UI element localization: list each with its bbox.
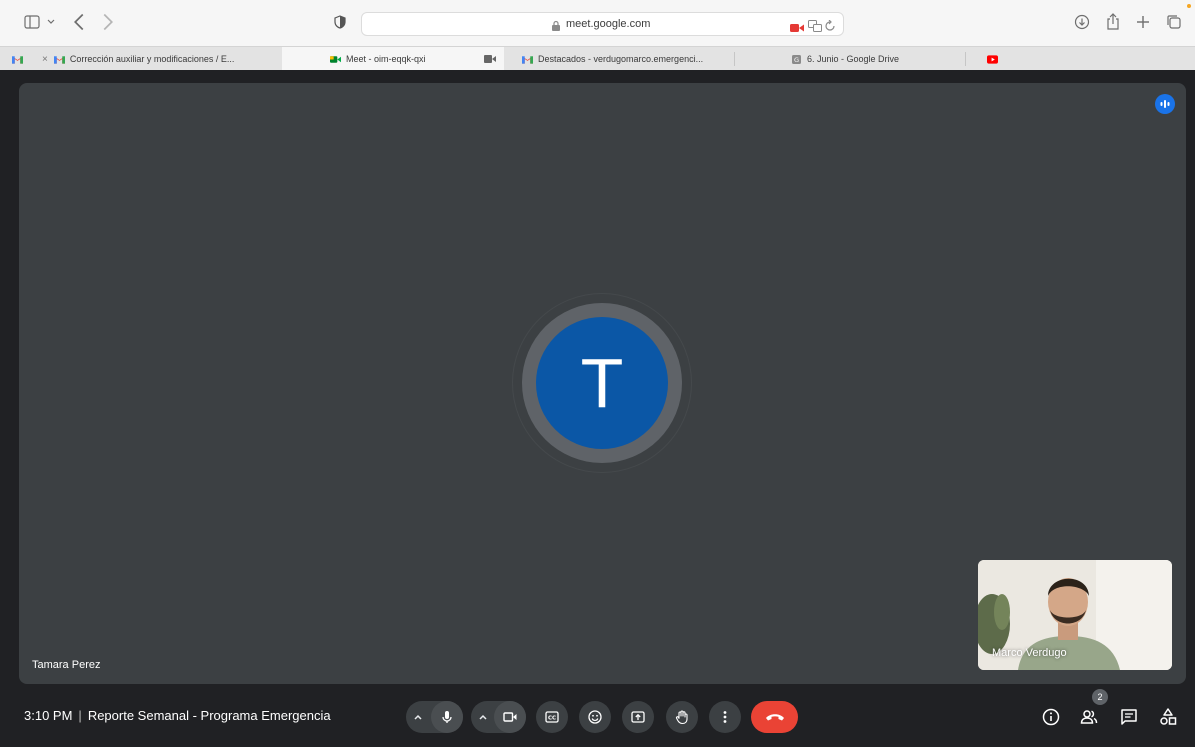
camera-active-icon [484,55,496,63]
privacy-shield-icon[interactable] [334,12,346,32]
tab-meet[interactable]: Meet - oim-eqqk-qxi [282,47,504,71]
forward-icon[interactable] [103,12,113,32]
tab-label: Corrección auxiliar y modificaciones / E… [69,54,235,64]
chat-button[interactable] [1118,706,1140,728]
svg-text:G: G [794,55,799,63]
close-tab-icon[interactable]: × [42,54,48,65]
people-icon [1080,710,1098,724]
hand-icon [675,710,688,725]
tab-overview-icon[interactable] [1166,12,1182,32]
video-options-chevron-icon[interactable] [476,710,490,724]
lock-icon [551,19,561,31]
tab-youtube[interactable] [966,47,1195,71]
present-icon [631,711,645,723]
google-meet-icon [330,55,341,63]
avatar: T [536,317,668,449]
hang-up-icon [765,714,784,721]
separator: | [78,708,82,723]
svg-text:CC: CC [548,716,556,722]
microphone-icon [442,711,452,723]
meeting-details-button[interactable] [1040,706,1062,728]
camera-in-use-icon[interactable] [790,20,804,32]
raise-hand-button[interactable] [666,701,698,733]
camera-button[interactable] [494,701,526,733]
more-vert-icon [723,711,727,723]
sidebar-toggle-icon[interactable] [24,12,40,32]
microphone-button[interactable] [431,701,463,733]
captions-icon: CC [545,711,559,723]
chevron-down-icon[interactable] [47,12,55,32]
activities-button[interactable] [1157,706,1179,728]
browser-toolbar: meet.google.com [0,0,1195,46]
download-icon[interactable] [1074,12,1090,32]
more-options-button[interactable] [709,701,741,733]
captions-button[interactable]: CC [536,701,568,733]
tab-label: 6. Junio - Google Drive [807,54,900,64]
back-icon[interactable] [74,12,84,32]
tab-label: Meet - oim-eqqk-qxi [346,54,426,64]
leave-call-button[interactable] [751,701,798,733]
reload-icon[interactable] [824,19,836,31]
gmail-icon [12,55,23,64]
participant-name: Tamara Perez [32,659,101,671]
pinned-tab-gmail[interactable] [12,47,32,71]
new-tab-icon[interactable] [1136,12,1150,32]
emoji-icon [588,710,602,724]
speaking-indicator-icon [1155,94,1175,114]
tab-bar: × Corrección auxiliar y modificaciones /… [0,46,1195,71]
meeting-info: 3:10 PM | Reporte Semanal - Programa Emerg… [24,708,331,723]
notification-dot [1187,4,1191,8]
address-bar[interactable]: meet.google.com [361,12,844,36]
participant-count-badge: 2 [1092,689,1108,705]
self-participant-name: Marco Verdugo [992,647,1067,659]
tab-correccion[interactable]: × Corrección auxiliar y modificaciones /… [36,47,282,71]
people-button[interactable] [1078,706,1100,728]
tab-drive[interactable]: G 6. Junio - Google Drive [735,47,965,71]
info-icon [1042,708,1060,726]
google-drive-icon: G [792,54,801,64]
url-text: meet.google.com [566,18,651,30]
translate-icon[interactable] [808,19,822,32]
gmail-icon [53,55,65,64]
share-icon[interactable] [1106,12,1120,32]
current-time: 3:10 PM [24,708,73,723]
activities-icon [1160,708,1177,725]
reactions-button[interactable] [579,701,611,733]
chat-icon [1121,709,1137,725]
tab-label: Destacados - verdugomarco.emergenci... [538,54,704,64]
audio-options-chevron-icon[interactable] [411,710,425,724]
youtube-icon [987,54,998,64]
camera-icon [503,712,517,722]
gmail-icon [522,55,533,64]
meeting-title: Reporte Semanal - Programa Emergencia [87,708,331,723]
present-screen-button[interactable] [622,701,654,733]
tab-destacados[interactable]: Destacados - verdugomarco.emergenci... [504,47,734,71]
